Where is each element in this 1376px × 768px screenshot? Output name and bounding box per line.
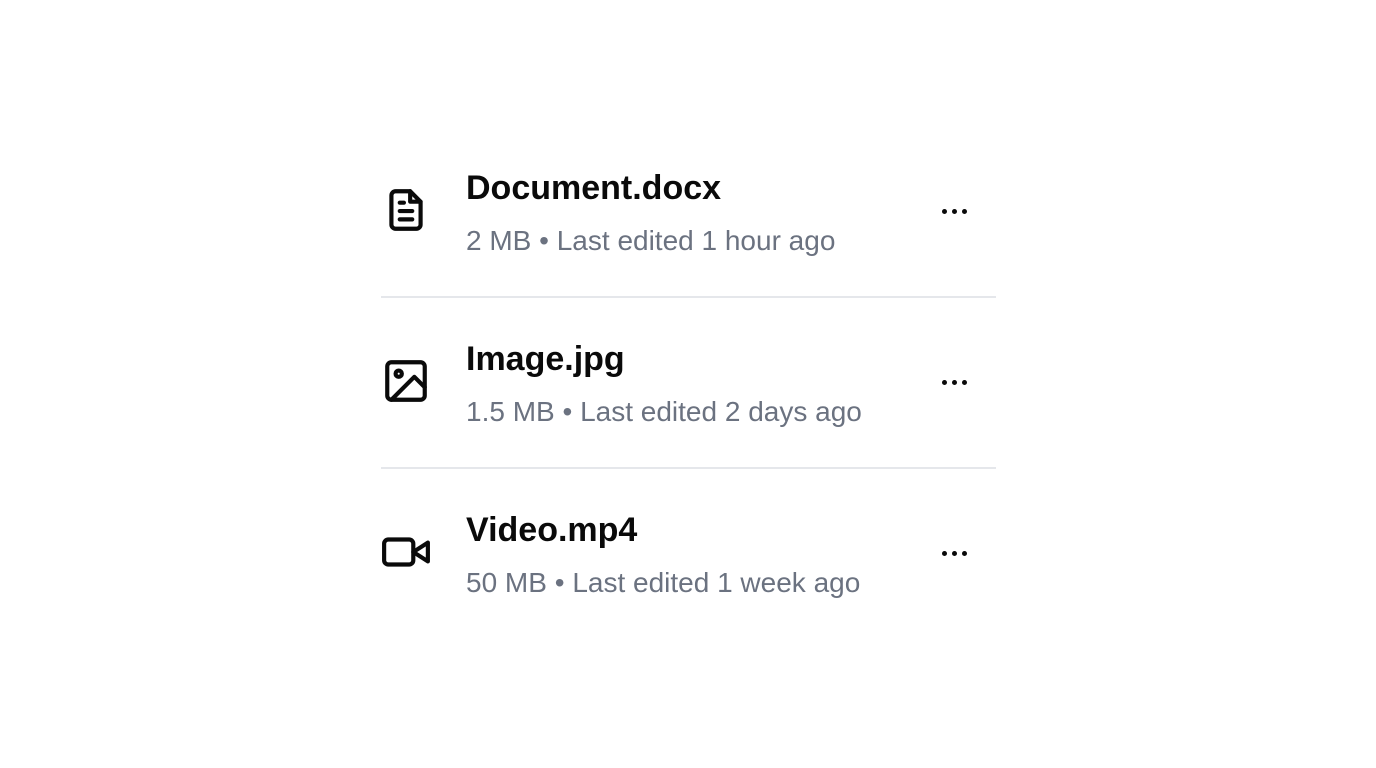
file-size: 2 MB	[466, 225, 532, 256]
file-name[interactable]: Video.mp4	[466, 509, 637, 551]
file-size: 1.5 MB	[466, 396, 555, 427]
file-row[interactable]: Document.docx 2 MB • Last edited 1 hour …	[381, 127, 996, 298]
video-icon	[381, 527, 431, 577]
file-name[interactable]: Document.docx	[466, 167, 721, 209]
more-options-button[interactable]	[931, 191, 977, 231]
file-size: 50 MB	[466, 567, 547, 598]
file-meta: 1.5 MB • Last edited 2 days ago	[466, 394, 862, 430]
more-options-button[interactable]	[931, 362, 977, 402]
last-edited: Last edited 2 days ago	[580, 396, 862, 427]
meta-separator: •	[554, 567, 565, 598]
image-icon	[381, 356, 431, 406]
file-name[interactable]: Image.jpg	[466, 338, 625, 380]
file-row[interactable]: Image.jpg 1.5 MB • Last edited 2 days ag…	[381, 298, 996, 469]
file-row[interactable]: Video.mp4 50 MB • Last edited 1 week ago	[381, 469, 996, 639]
more-horizontal-icon	[941, 208, 967, 214]
meta-separator: •	[562, 396, 573, 427]
more-options-button[interactable]	[931, 533, 977, 573]
file-list: Document.docx 2 MB • Last edited 1 hour …	[381, 127, 996, 639]
last-edited: Last edited 1 week ago	[572, 567, 861, 598]
more-horizontal-icon	[941, 550, 967, 556]
more-horizontal-icon	[941, 379, 967, 385]
file-meta: 50 MB • Last edited 1 week ago	[466, 565, 860, 601]
last-edited: Last edited 1 hour ago	[556, 225, 836, 256]
meta-separator: •	[539, 225, 549, 256]
file-meta: 2 MB • Last edited 1 hour ago	[466, 223, 835, 259]
file-text-icon	[381, 185, 431, 235]
